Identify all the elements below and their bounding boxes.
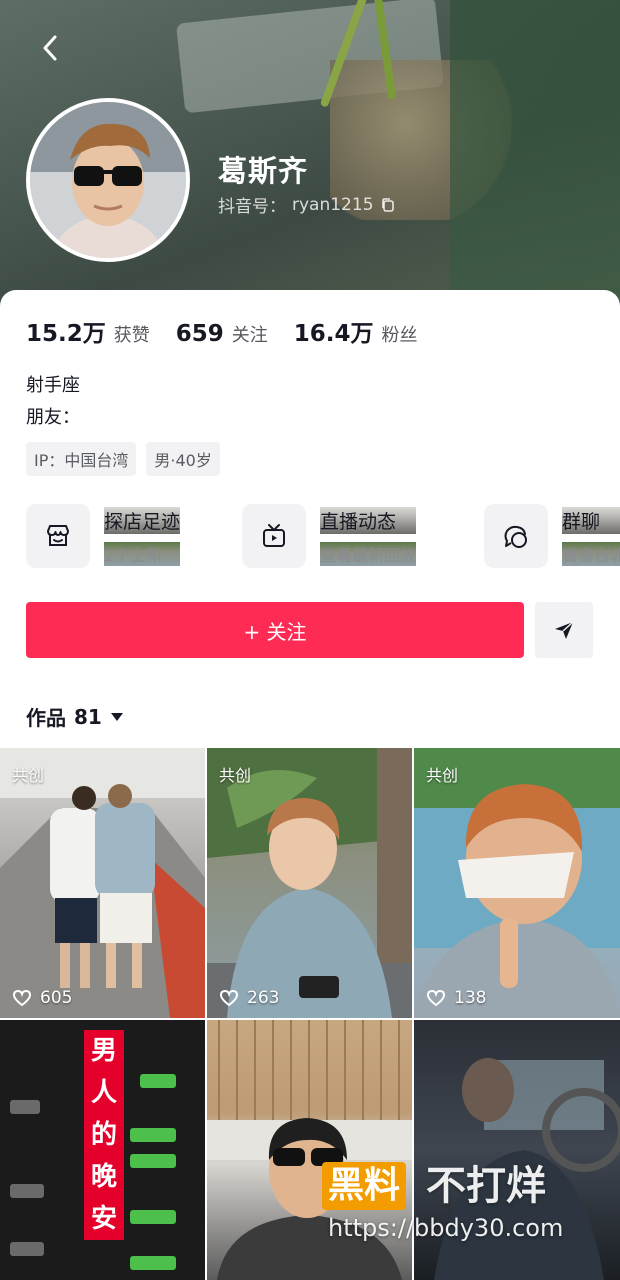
send-icon bbox=[555, 621, 574, 639]
stat-likes[interactable]: 15.2万 获赞 bbox=[26, 314, 150, 348]
profile-tags: IP：中国台湾 男·40岁 bbox=[26, 442, 220, 476]
stat-value: 15.2万 bbox=[26, 321, 106, 347]
watermark-logo: 黑料 bbox=[322, 1162, 407, 1210]
douyin-id-label: 抖音号： bbox=[218, 197, 286, 217]
stat-label: 获赞 bbox=[113, 325, 150, 346]
video-thumbnail[interactable]: 共创 605 bbox=[0, 748, 205, 1018]
douyin-id[interactable]: 抖音号： ryan1215 bbox=[218, 192, 396, 217]
service-live[interactable]: 直播动态 查看最新回放 bbox=[242, 504, 417, 568]
stat-label: 关注 bbox=[231, 325, 268, 346]
cover-decor bbox=[450, 0, 620, 320]
tv-icon bbox=[242, 504, 306, 568]
bio-line: 射手座 bbox=[26, 375, 80, 396]
follow-button-label: + 关注 bbox=[243, 619, 307, 644]
service-title: 探店足迹 bbox=[104, 506, 181, 534]
video-thumbnail[interactable]: 共创 263 bbox=[207, 748, 412, 1018]
like-count: 138 bbox=[426, 988, 486, 1008]
stat-label: 粉丝 bbox=[381, 325, 418, 346]
video-cover bbox=[0, 748, 205, 1018]
chat-bubble bbox=[130, 1256, 176, 1270]
service-subtitle: 2个上新 bbox=[104, 541, 181, 566]
heart-icon bbox=[426, 989, 446, 1007]
chat-bubble bbox=[130, 1210, 176, 1224]
chevron-left-icon bbox=[43, 35, 57, 61]
service-title: 直播动态 bbox=[320, 506, 417, 534]
video-cover bbox=[414, 748, 620, 1018]
copy-icon[interactable] bbox=[380, 197, 396, 213]
caption-char: 男 bbox=[90, 1036, 117, 1066]
like-count-value: 263 bbox=[247, 988, 280, 1008]
back-button[interactable] bbox=[30, 28, 70, 68]
cocreate-badge: 共创 bbox=[219, 766, 252, 785]
chat-bubble bbox=[10, 1100, 40, 1114]
stat-followers[interactable]: 16.4万 粉丝 bbox=[294, 314, 418, 348]
video-thumbnail[interactable]: 男 人 的 晚 安 bbox=[0, 1020, 205, 1280]
bio-line: 朋友： bbox=[26, 407, 80, 428]
chat-bubble bbox=[130, 1154, 176, 1168]
chat-bubble bbox=[10, 1242, 44, 1256]
caption-char: 人 bbox=[90, 1078, 117, 1108]
profile-stats: 15.2万 获赞 659 关注 16.4万 粉丝 bbox=[26, 314, 418, 348]
service-store-visits[interactable]: 探店足迹 2个上新 bbox=[26, 504, 181, 568]
stat-value: 16.4万 bbox=[293, 321, 374, 347]
works-tab[interactable]: 作品 81 bbox=[26, 702, 124, 731]
services-row: 探店足迹 2个上新 直播动态 查看最新回放 群聊 寶島台北 bbox=[26, 504, 620, 570]
caret-down-icon bbox=[110, 712, 123, 721]
service-title: 群聊 bbox=[562, 506, 620, 534]
like-count-value: 605 bbox=[40, 988, 73, 1008]
like-count-value: 138 bbox=[454, 988, 487, 1008]
avatar-image bbox=[30, 102, 186, 258]
profile-name: 葛斯齐 bbox=[218, 154, 309, 188]
caption-char: 安 bbox=[90, 1204, 117, 1234]
send-message-button[interactable] bbox=[535, 602, 593, 658]
avatar[interactable] bbox=[26, 98, 190, 262]
cocreate-badge: 共创 bbox=[426, 766, 459, 785]
video-cover bbox=[207, 748, 412, 1018]
stat-following[interactable]: 659 关注 bbox=[176, 321, 268, 347]
chat-bubble bbox=[130, 1128, 176, 1142]
douyin-id-value: ryan1215 bbox=[292, 194, 374, 215]
profile-bio: 射手座 朋友： bbox=[26, 370, 80, 434]
profile-card: 15.2万 获赞 659 关注 16.4万 粉丝 射手座 朋友： IP：中国台湾… bbox=[0, 290, 620, 1280]
caption-char: 的 bbox=[90, 1120, 117, 1150]
service-subtitle: 寶島台北 bbox=[562, 541, 620, 566]
chat-bubble bbox=[10, 1184, 44, 1198]
chat-bubble-icon bbox=[484, 504, 548, 568]
works-count: 81 bbox=[74, 704, 102, 729]
ip-location-tag: IP：中国台湾 bbox=[26, 442, 137, 476]
watermark-url: https://bbdy30.com bbox=[328, 1214, 564, 1242]
like-count: 605 bbox=[12, 988, 72, 1008]
profile-cover: 葛斯齐 抖音号： ryan1215 bbox=[0, 0, 620, 320]
store-icon bbox=[26, 504, 90, 568]
works-label: 作品 bbox=[26, 706, 66, 730]
follow-button[interactable]: + 关注 bbox=[26, 602, 524, 658]
watermark: 黑料 不打烊 https://bbdy30.com bbox=[322, 1162, 612, 1272]
gender-age-tag: 男·40岁 bbox=[146, 442, 220, 476]
service-group-chat[interactable]: 群聊 寶島台北 bbox=[484, 504, 620, 568]
heart-icon bbox=[219, 989, 239, 1007]
overlay-caption: 男 人 的 晚 安 bbox=[84, 1030, 124, 1240]
heart-icon bbox=[12, 989, 32, 1007]
service-subtitle: 查看最新回放 bbox=[320, 541, 417, 566]
caption-char: 晚 bbox=[90, 1162, 117, 1192]
chat-bubble bbox=[140, 1074, 176, 1088]
video-thumbnail[interactable]: 共创 138 bbox=[414, 748, 620, 1018]
stat-value: 659 bbox=[175, 321, 224, 347]
cocreate-badge: 共创 bbox=[12, 766, 45, 785]
like-count: 263 bbox=[219, 988, 279, 1008]
watermark-text: 不打烊 bbox=[426, 1163, 546, 1209]
